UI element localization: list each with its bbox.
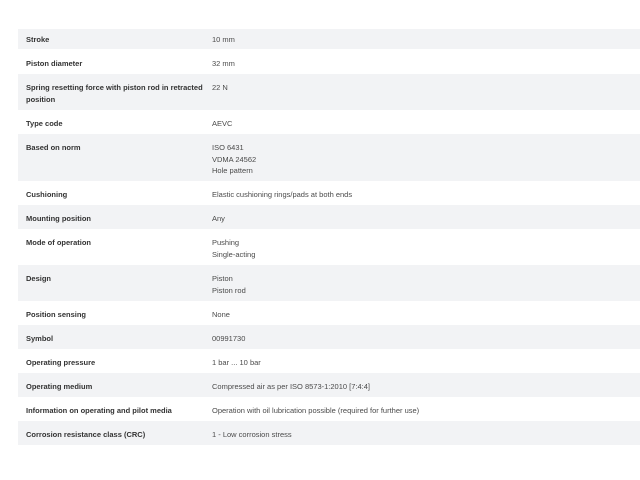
spec-row-cushioning: Cushioning Elastic cushioning rings/pads… <box>18 181 640 205</box>
spec-value: Compressed air as per ISO 8573-1:2010 [7… <box>209 373 640 397</box>
spec-row-symbol: Symbol 00991730 <box>18 325 640 349</box>
spec-row-mounting-position: Mounting position Any <box>18 205 640 229</box>
spec-label: Cushioning <box>26 190 68 199</box>
spec-value: Elastic cushioning rings/pads at both en… <box>209 181 640 205</box>
spec-value: ISO 6431 VDMA 24562 Hole pattern <box>209 134 640 181</box>
spec-value: Operation with oil lubrication possible … <box>209 397 640 421</box>
spec-value-line: Elastic cushioning rings/pads at both en… <box>212 190 353 199</box>
spec-value-line: 1 - Low corrosion stress <box>212 430 292 439</box>
spec-value-line: ISO 6431 <box>212 143 244 152</box>
spec-row-operating-medium: Operating medium Compressed air as per I… <box>18 373 640 397</box>
spec-value: 22 N <box>209 74 640 110</box>
spec-value-line: Hole pattern <box>212 166 253 175</box>
spec-row-stroke: Stroke 10 mm <box>18 29 640 49</box>
spec-value: Any <box>209 205 640 229</box>
spec-row-operating-pressure: Operating pressure 1 bar ... 10 bar <box>18 349 640 373</box>
spec-row-mode-of-operation: Mode of operation Pushing Single-acting <box>18 229 640 265</box>
spec-label: Design <box>26 274 52 283</box>
spec-label: Operating pressure <box>26 358 96 367</box>
spec-row-operating-media-info: Information on operating and pilot media… <box>18 397 640 421</box>
spec-label: Symbol <box>26 334 54 343</box>
spec-value: 32 mm <box>209 49 640 74</box>
spec-value-line: 00991730 <box>212 334 246 343</box>
spec-value-line: VDMA 24562 <box>212 154 257 164</box>
spec-row-spring-resetting-force: Spring resetting force with piston rod i… <box>18 74 640 110</box>
spec-row-corrosion-resistance: Corrosion resistance class (CRC) 1 - Low… <box>18 421 640 445</box>
spec-value-line: Pushing <box>212 238 240 247</box>
spec-value: 00991730 <box>209 325 640 349</box>
spec-label: Based on norm <box>26 143 81 152</box>
spec-label: Spring resetting force with piston rod i… <box>26 83 203 104</box>
spec-row-position-sensing: Position sensing None <box>18 301 640 325</box>
spec-value-line: Operation with oil lubrication possible … <box>212 406 420 415</box>
spec-value: None <box>209 301 640 325</box>
spec-value-line: Compressed air as per ISO 8573-1:2010 [7… <box>212 382 371 391</box>
spec-value-line: 32 mm <box>212 59 235 68</box>
spec-label: Mounting position <box>26 214 91 223</box>
spec-row-design: Design Piston Piston rod <box>18 265 640 301</box>
spec-label: Type code <box>26 119 63 128</box>
spec-value: 10 mm <box>209 29 640 49</box>
spec-value-line: Piston <box>212 274 233 283</box>
spec-value-line: Single-acting <box>212 249 256 259</box>
spec-value-line: Piston rod <box>212 285 246 295</box>
spec-value-line: AEVC <box>212 119 233 128</box>
spec-label: Corrosion resistance class (CRC) <box>26 430 146 439</box>
spec-value: 1 bar ... 10 bar <box>209 349 640 373</box>
spec-row-type-code: Type code AEVC <box>18 110 640 134</box>
spec-value: Piston Piston rod <box>209 265 640 301</box>
spec-value-line: None <box>212 310 230 319</box>
spec-label: Stroke <box>26 35 50 44</box>
spec-value-line: 22 N <box>212 83 228 92</box>
spec-row-based-on-norm: Based on norm ISO 6431 VDMA 24562 Hole p… <box>18 134 640 181</box>
spec-label: Position sensing <box>26 310 87 319</box>
spec-value-line: Any <box>212 214 225 223</box>
spec-label: Piston diameter <box>26 59 83 68</box>
spec-value: 1 - Low corrosion stress <box>209 421 640 445</box>
spec-value: Pushing Single-acting <box>209 229 640 265</box>
spec-label: Information on operating and pilot media <box>26 406 172 415</box>
spec-label: Operating medium <box>26 382 93 391</box>
specifications-table: Stroke 10 mm Piston diameter 32 mm Sprin… <box>18 29 640 445</box>
spec-row-piston-diameter: Piston diameter 32 mm <box>18 49 640 74</box>
spec-value: AEVC <box>209 110 640 134</box>
spec-value-line: 10 mm <box>212 35 235 44</box>
spec-label: Mode of operation <box>26 238 91 247</box>
spec-value-line: 1 bar ... 10 bar <box>212 358 261 367</box>
